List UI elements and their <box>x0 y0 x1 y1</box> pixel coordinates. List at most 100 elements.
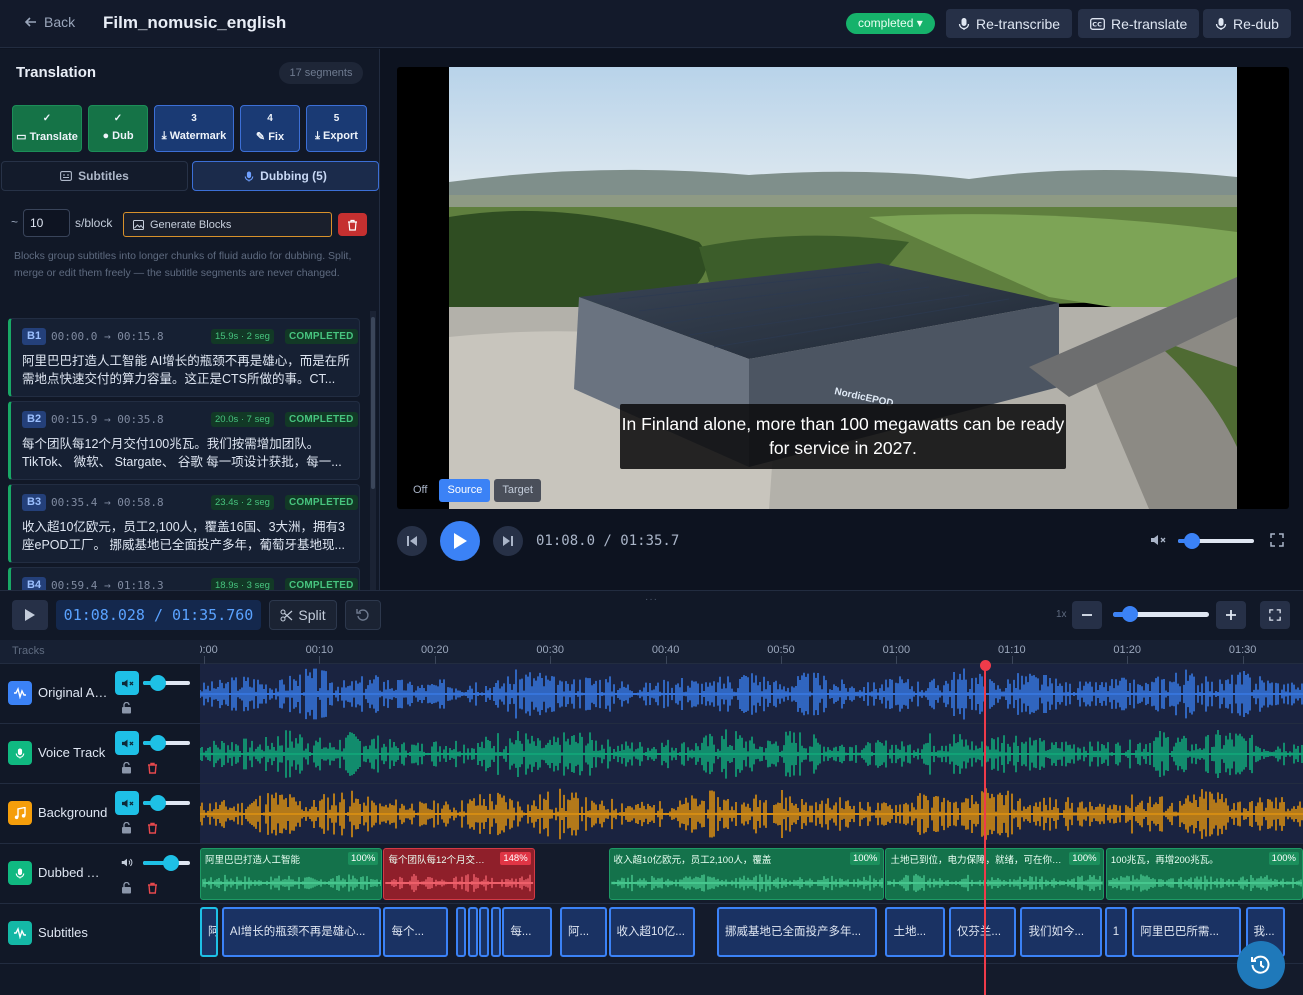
split-button[interactable]: Split <box>269 600 337 630</box>
volume-muted-icon <box>121 679 133 687</box>
subtitle-segment[interactable]: 阿里巴巴所需... <box>1132 907 1241 957</box>
subtitle-mode-target[interactable]: Target <box>494 479 541 502</box>
track-lock-button[interactable] <box>121 821 132 839</box>
lane-voice-track[interactable] <box>200 724 1303 784</box>
subtitle-segment[interactable]: 每... <box>502 907 552 957</box>
history-button[interactable] <box>1237 941 1285 989</box>
play-button[interactable] <box>440 521 480 561</box>
generate-blocks-button[interactable]: Generate Blocks <box>123 212 332 237</box>
track-delete-button[interactable] <box>147 881 158 899</box>
track-lock-button[interactable] <box>121 701 132 719</box>
subtitle-segment[interactable]: 收入超10亿... <box>608 907 696 957</box>
dubbing-block[interactable]: B3 00:35.4 → 00:58.8 23.4s · 2 seg COMPL… <box>8 484 360 563</box>
track-volume-slider[interactable] <box>143 735 190 751</box>
scrollbar-thumb[interactable] <box>371 317 375 489</box>
re-translate-button[interactable]: CC Re-translate <box>1078 9 1200 38</box>
time-ruler[interactable]: 00:00 00:10 00:20 00:30 00:40 00:50 01:00 01:10… <box>200 640 1303 664</box>
tab-dubbing[interactable]: Dubbing (5) <box>192 161 379 191</box>
lock-open-icon <box>122 821 131 834</box>
delete-blocks-button[interactable] <box>338 213 367 236</box>
dubbed-clip[interactable]: 每个团队每12个月交付100... 148% <box>383 848 535 900</box>
re-dub-button[interactable]: Re-dub <box>1203 9 1291 38</box>
track-lock-button[interactable] <box>121 881 132 899</box>
fullscreen-button[interactable] <box>1270 533 1284 552</box>
track-delete-button[interactable] <box>147 761 158 779</box>
microphone-icon <box>8 861 32 885</box>
subtitle-segment[interactable]: 土地... <box>885 907 946 957</box>
volume-knob[interactable] <box>1183 533 1200 549</box>
dubbing-block[interactable]: B1 00:00.0 → 00:15.8 15.9s · 2 seg COMPL… <box>8 318 360 397</box>
track-volume-knob[interactable] <box>150 735 166 751</box>
dubbed-clip[interactable]: 阿里巴巴打造人工智能 100% <box>200 848 383 900</box>
panel-scrollbar[interactable] <box>370 311 376 590</box>
closed-caption-icon: CC <box>1090 17 1105 30</box>
lane-original-audio[interactable] <box>200 664 1303 724</box>
zoom-knob[interactable] <box>1122 606 1138 622</box>
step-dub-button[interactable]: ✓ ● Dub <box>88 105 148 152</box>
track-volume-button[interactable] <box>121 855 133 873</box>
subtitle-segment[interactable]: 我们如今... <box>1020 907 1103 957</box>
timeline-play-button[interactable] <box>12 600 48 630</box>
subtitle-segment[interactable]: 每个... <box>383 907 449 957</box>
subtitle-segment[interactable] <box>479 907 490 957</box>
subtitle-segment[interactable]: 仅芬兰... <box>948 907 1016 957</box>
dubbed-clip[interactable]: 土地已到位，电力保障，就绪，可在你准备... 100% <box>885 848 1104 900</box>
previous-button[interactable] <box>397 526 427 556</box>
re-transcribe-button[interactable]: Re-transcribe <box>946 9 1073 38</box>
track-mute-button[interactable] <box>115 731 139 755</box>
mute-button[interactable] <box>1150 533 1166 552</box>
subtitle-segment[interactable]: AI增长的瓶颈不再是雄心... <box>221 907 382 957</box>
subtitle-segment[interactable]: 阿... <box>200 907 219 957</box>
step-translate-button[interactable]: ✓ ▭ Translate <box>12 105 82 152</box>
step-export-button[interactable]: 5 ⤓ Export <box>306 105 367 152</box>
block-time: 00:59.4 → 01:18.3 <box>51 579 164 590</box>
track-volume-knob[interactable] <box>150 795 166 811</box>
zoom-in-button[interactable] <box>1216 601 1246 629</box>
tab-subtitles[interactable]: Subtitles <box>1 161 188 191</box>
lane-subtitles[interactable]: 阿...AI增长的瓶颈不再是雄心...每个...每...阿...收入超10亿..… <box>200 904 1303 964</box>
timeline-time: 01:08.028 / 01:35.760 <box>56 600 261 630</box>
microphone-icon <box>958 17 970 30</box>
dubbing-block[interactable]: B4 00:59.4 → 01:18.3 18.9s · 3 seg COMPL… <box>8 567 360 590</box>
dubbed-clip[interactable]: 收入超10亿欧元，员工2,100人，覆盖 100% <box>608 848 885 900</box>
subtitle-segment[interactable] <box>467 907 478 957</box>
zoom-out-button[interactable] <box>1072 601 1102 629</box>
resize-handle[interactable]: ··· <box>645 594 658 605</box>
magic-wand-icon: ✎ <box>255 131 266 143</box>
subtitle-mode-source[interactable]: Source <box>439 479 491 502</box>
timeline-fullscreen-button[interactable] <box>1260 601 1290 629</box>
dubbing-block[interactable]: B2 00:15.9 → 00:35.8 20.0s · 7 seg COMPL… <box>8 401 360 480</box>
track-lock-button[interactable] <box>121 761 132 779</box>
subtitle-segment[interactable]: 阿... <box>560 907 608 957</box>
trash-icon <box>348 219 357 231</box>
playhead-handle[interactable] <box>979 660 991 671</box>
subtitle-segment[interactable]: 挪威基地已全面投产多年... <box>716 907 878 957</box>
step-watermark-button[interactable]: 3 ⤓ Watermark <box>154 105 234 152</box>
zoom-slider[interactable] <box>1113 606 1209 622</box>
track-volume-slider[interactable] <box>143 855 190 871</box>
subtitle-segment[interactable]: 1 <box>1104 907 1127 957</box>
playhead[interactable] <box>984 664 987 995</box>
ruler-tick-label: 01:30 <box>1228 644 1257 656</box>
undo-button[interactable] <box>345 600 381 630</box>
lane-dubbed-audio[interactable]: 阿里巴巴打造人工智能 100% 每个团队每12个月交付100... 148% 收入超10… <box>200 844 1303 904</box>
status-badge[interactable]: completed ▾ <box>846 13 935 34</box>
block-duration: 23.4s · 2 seg <box>211 495 274 510</box>
track-mute-button[interactable] <box>115 671 139 695</box>
track-delete-button[interactable] <box>147 821 158 839</box>
track-volume-slider[interactable] <box>143 795 190 811</box>
next-button[interactable] <box>493 526 523 556</box>
dubbed-clip[interactable]: 100兆瓦，再增200兆瓦。 100% <box>1105 848 1303 900</box>
subtitle-segment[interactable] <box>456 907 467 957</box>
subtitle-mode-off[interactable]: Off <box>405 479 435 502</box>
track-mute-button[interactable] <box>115 791 139 815</box>
volume-slider[interactable] <box>1178 533 1254 549</box>
track-volume-knob[interactable] <box>163 855 179 871</box>
seconds-per-block-input[interactable] <box>23 209 70 237</box>
subtitle-segment[interactable] <box>490 907 501 957</box>
lane-background[interactable] <box>200 784 1303 844</box>
back-button[interactable]: Back <box>24 14 75 30</box>
track-volume-knob[interactable] <box>150 675 166 691</box>
track-volume-slider[interactable] <box>143 675 190 691</box>
step-fix-button[interactable]: 4 ✎ Fix <box>240 105 300 152</box>
